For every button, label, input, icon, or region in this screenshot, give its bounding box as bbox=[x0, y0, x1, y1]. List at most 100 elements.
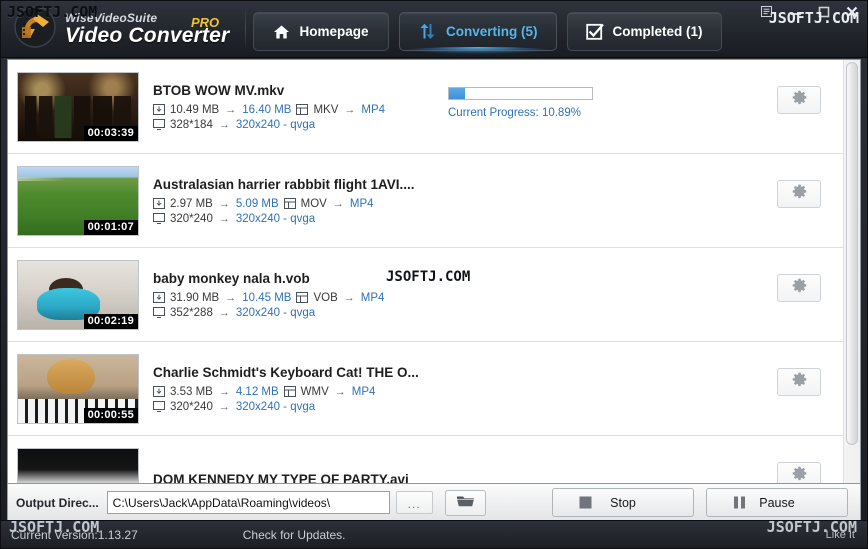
size-out[interactable]: 16.40 MB bbox=[242, 104, 291, 116]
stop-square-icon bbox=[579, 496, 592, 509]
size-format-line: 3.53 MB → 4.12 MB WMV → MP4 bbox=[153, 386, 833, 398]
size-out[interactable]: 4.12 MB bbox=[236, 386, 279, 398]
format-in: MOV bbox=[300, 197, 327, 210]
options-icon[interactable]: * bbox=[759, 4, 777, 20]
table-row[interactable]: 00:00:55 Charlie Schmidt's Keyboard Cat!… bbox=[8, 342, 843, 436]
row-settings-button[interactable] bbox=[777, 274, 821, 302]
video-thumbnail: 00:01:07 bbox=[17, 165, 139, 236]
row-settings-button[interactable] bbox=[777, 462, 821, 483]
pause-bars-icon bbox=[733, 496, 746, 509]
window-controls: * bbox=[759, 4, 861, 20]
tab-converting-label: Converting (5) bbox=[446, 24, 538, 39]
output-bar: Output Direc... C:\Users\Jack\AppData\Ro… bbox=[7, 484, 861, 522]
row-settings-button[interactable] bbox=[777, 368, 821, 396]
resolution-in: 328*184 bbox=[170, 118, 213, 131]
resolution-out[interactable]: 320x240 - qvga bbox=[236, 307, 315, 319]
output-path-input[interactable]: C:\Users\Jack\AppData\Roaming\videos\ bbox=[106, 491, 390, 514]
arrow-icon: → bbox=[343, 291, 355, 304]
header-divider bbox=[245, 7, 246, 51]
version-label: Current Version:1.13.27 bbox=[11, 527, 138, 542]
file-title: Australasian harrier rabbbit flight 1AVI… bbox=[153, 176, 415, 192]
maximize-icon[interactable] bbox=[815, 4, 833, 20]
convert-arrows-icon bbox=[418, 23, 437, 40]
video-thumbnail: 00:00:55 bbox=[17, 353, 139, 424]
resolution-out[interactable]: 320x240 - qvga bbox=[236, 213, 315, 225]
arrow-icon: → bbox=[225, 291, 237, 304]
table-row[interactable]: DOM KENNEDY MY TYPE OF PARTY.avi bbox=[8, 436, 843, 483]
row-settings-button[interactable] bbox=[777, 86, 821, 114]
video-thumbnail: 00:03:39 bbox=[17, 71, 139, 142]
arrow-icon: → bbox=[218, 118, 230, 131]
minimize-icon[interactable] bbox=[787, 4, 805, 20]
list-scrollbar[interactable] bbox=[843, 60, 860, 483]
format-icon bbox=[296, 292, 309, 303]
arrow-icon: → bbox=[218, 400, 230, 413]
filesize-icon bbox=[153, 198, 165, 209]
format-out[interactable]: MP4 bbox=[350, 198, 374, 210]
close-icon[interactable] bbox=[843, 4, 861, 20]
arrow-icon: → bbox=[218, 306, 230, 319]
size-in: 31.90 MB bbox=[170, 291, 220, 304]
arrow-icon: → bbox=[332, 197, 344, 210]
duration-badge: 00:01:07 bbox=[83, 219, 138, 235]
row-meta: DOM KENNEDY MY TYPE OF PARTY.avi bbox=[139, 472, 843, 483]
gear-icon bbox=[792, 466, 807, 483]
main-tabs: Homepage Converting (5) Completed (1) bbox=[253, 12, 722, 54]
scrollbar-thumb[interactable] bbox=[846, 62, 858, 445]
arrow-icon: → bbox=[225, 103, 237, 116]
tab-homepage-label: Homepage bbox=[299, 24, 369, 39]
resolution-line: 352*288 → 320x240 - qvga bbox=[153, 307, 833, 319]
size-out[interactable]: 5.09 MB bbox=[236, 198, 279, 210]
table-row[interactable]: 00:02:19 baby monkey nala h.vob 31.90 MB… bbox=[8, 248, 843, 342]
size-in: 10.49 MB bbox=[170, 103, 220, 116]
size-out[interactable]: 10.45 MB bbox=[242, 292, 291, 304]
duration-badge: 00:00:55 bbox=[83, 407, 138, 423]
display-icon bbox=[153, 119, 165, 130]
pause-button-label: Pause bbox=[759, 495, 795, 510]
arrow-icon: → bbox=[334, 385, 346, 398]
format-icon bbox=[283, 198, 296, 209]
format-icon bbox=[296, 104, 309, 115]
progress-cell: Current Progress: 10.89% bbox=[448, 87, 608, 119]
stop-button-label: Stop bbox=[610, 495, 636, 510]
table-row[interactable]: 00:01:07 Australasian harrier rabbbit fl… bbox=[8, 154, 843, 248]
check-box-icon bbox=[585, 23, 604, 41]
resolution-in: 352*288 bbox=[170, 306, 213, 319]
gear-icon bbox=[792, 278, 807, 298]
format-out[interactable]: MP4 bbox=[352, 386, 376, 398]
logo-mark-icon bbox=[13, 5, 57, 49]
resolution-line: 320*240 → 320x240 - qvga bbox=[153, 401, 833, 413]
resolution-out[interactable]: 320x240 - qvga bbox=[236, 401, 315, 413]
tab-converting[interactable]: Converting (5) bbox=[399, 12, 557, 54]
pause-button[interactable]: Pause bbox=[706, 488, 848, 517]
arrow-icon: → bbox=[344, 103, 356, 116]
size-format-line: 2.97 MB → 5.09 MB MOV → MP4 bbox=[153, 198, 833, 210]
row-settings-button[interactable] bbox=[777, 180, 821, 208]
gear-icon bbox=[792, 90, 807, 110]
format-out[interactable]: MP4 bbox=[361, 292, 385, 304]
browse-button[interactable]: ... bbox=[395, 491, 433, 514]
table-row[interactable]: 00:03:39 BTOB WOW MV.mkv 10.49 MB → 16.4… bbox=[8, 60, 843, 154]
home-icon bbox=[273, 24, 290, 40]
progress-text: Current Progress: 10.89% bbox=[448, 107, 581, 119]
like-it-link[interactable]: Like It bbox=[826, 529, 855, 541]
format-in: MKV bbox=[313, 103, 339, 116]
resolution-line: 328*184 → 320x240 - qvga bbox=[153, 119, 833, 131]
resolution-out[interactable]: 320x240 - qvga bbox=[236, 119, 315, 131]
row-meta: baby monkey nala h.vob 31.90 MB → 10.45 … bbox=[139, 271, 843, 319]
display-icon bbox=[153, 401, 165, 412]
folder-icon bbox=[456, 493, 475, 513]
format-out[interactable]: MP4 bbox=[361, 104, 385, 116]
stop-button[interactable]: Stop bbox=[552, 488, 694, 517]
size-in: 3.53 MB bbox=[170, 385, 213, 398]
conversion-list-panel: 00:03:39 BTOB WOW MV.mkv 10.49 MB → 16.4… bbox=[7, 59, 861, 484]
open-folder-button[interactable] bbox=[444, 489, 486, 516]
check-updates-link[interactable]: Check for Updates. bbox=[243, 528, 346, 542]
arrow-icon: → bbox=[218, 212, 230, 225]
size-in: 2.97 MB bbox=[170, 197, 213, 210]
size-format-line: 31.90 MB → 10.45 MB VOB → MP4 bbox=[153, 292, 833, 304]
tab-completed[interactable]: Completed (1) bbox=[566, 12, 722, 51]
svg-text:*: * bbox=[770, 14, 773, 19]
tab-homepage[interactable]: Homepage bbox=[253, 12, 389, 51]
brand-edition: PRO bbox=[191, 15, 220, 30]
